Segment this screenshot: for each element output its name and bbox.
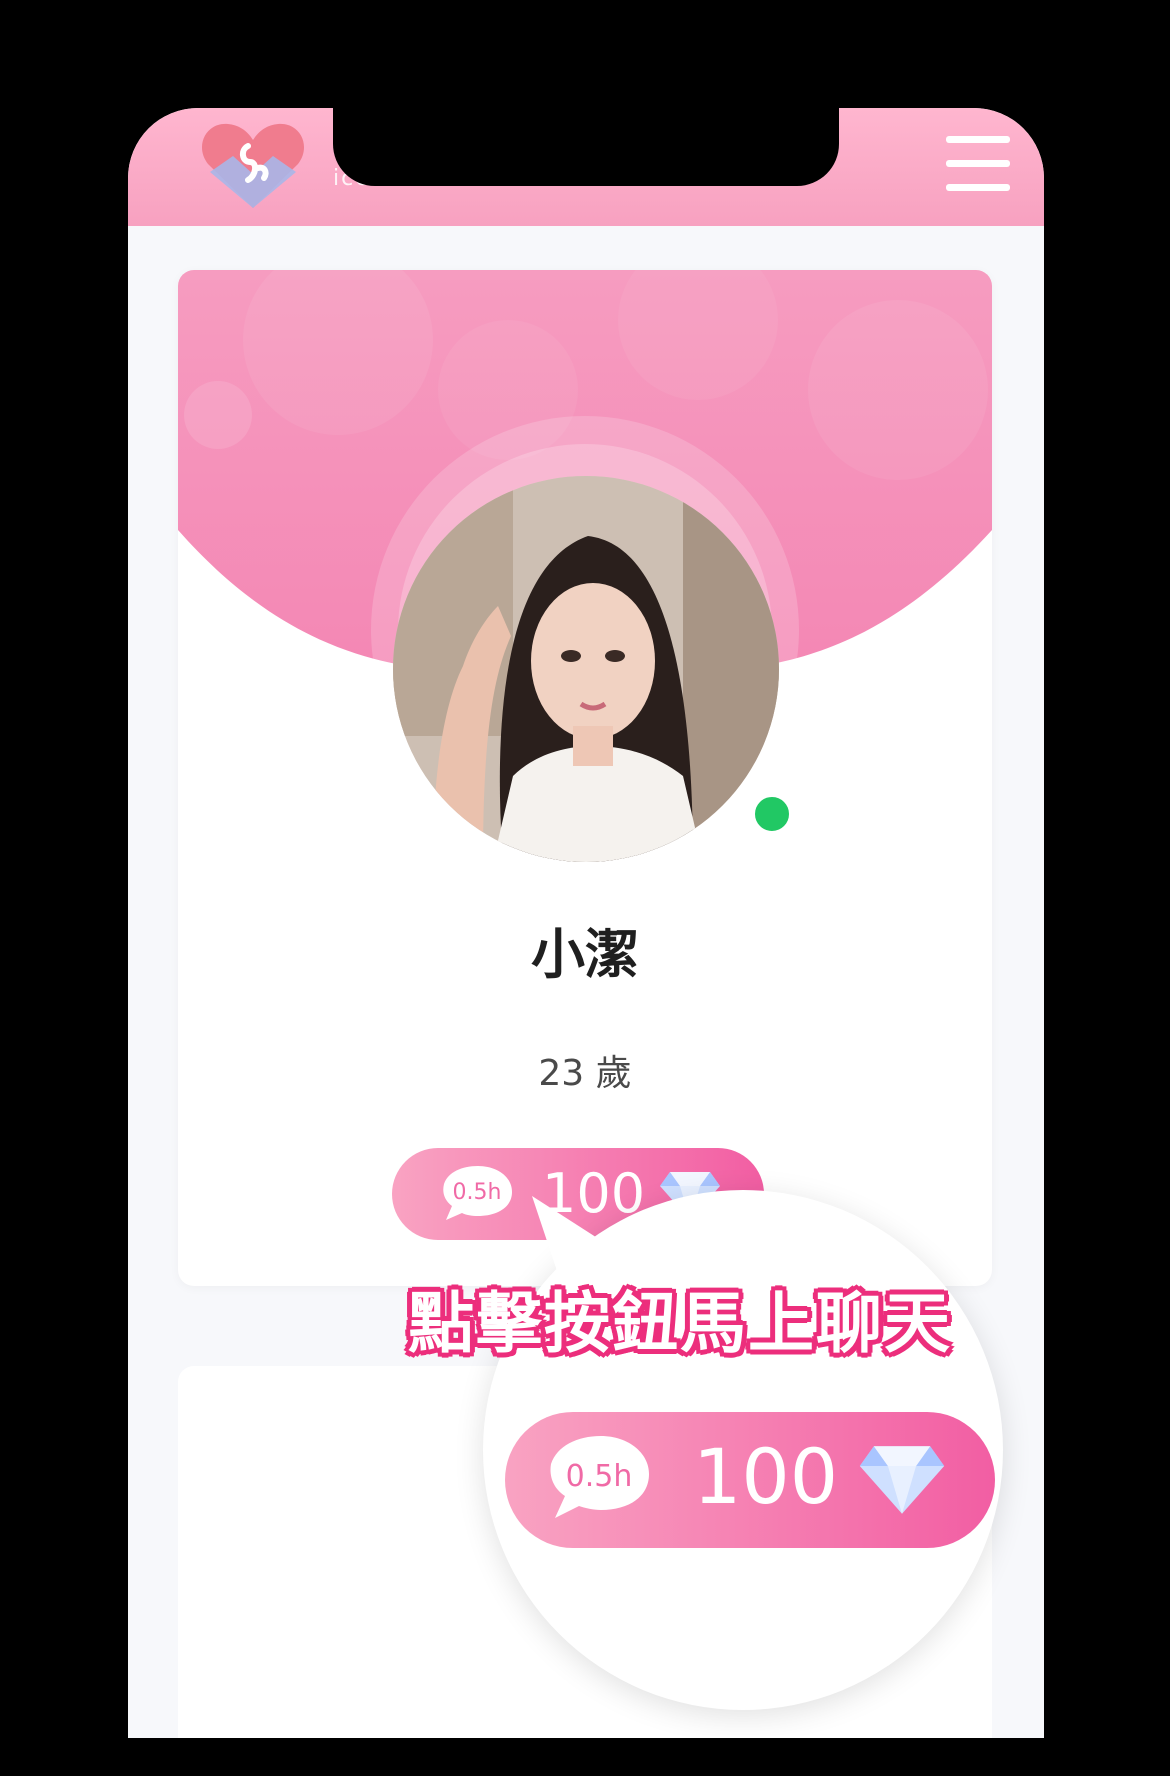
chat-bubble-icon: 0.5h — [545, 1434, 653, 1526]
magnified-chat-duration: 0.5h — [565, 1459, 633, 1494]
hamburger-menu-icon[interactable] — [946, 136, 1010, 192]
app-header: ice Sweet — [128, 108, 1044, 226]
chat-bubble-icon: 0.5h — [438, 1164, 516, 1228]
avatar[interactable] — [393, 476, 779, 862]
heart-logo-icon[interactable] — [198, 116, 308, 216]
profile-age: 23 歲 — [538, 1053, 632, 1094]
callout-text: 點擊按鈕馬上聊天 — [408, 1285, 952, 1362]
magnified-chat-price-button[interactable]: 0.5h 100 — [505, 1412, 995, 1548]
online-status-dot — [750, 792, 794, 836]
phone-notch — [333, 108, 839, 186]
magnified-chat-price: 100 — [693, 1432, 839, 1521]
diamond-icon — [859, 1446, 945, 1514]
chat-duration: 0.5h — [452, 1180, 502, 1205]
profile-name: 小潔 — [531, 923, 639, 986]
avatar-photo — [393, 476, 779, 862]
profile-card[interactable]: 小潔 23 歲 0.5h 100 — [178, 270, 992, 1286]
